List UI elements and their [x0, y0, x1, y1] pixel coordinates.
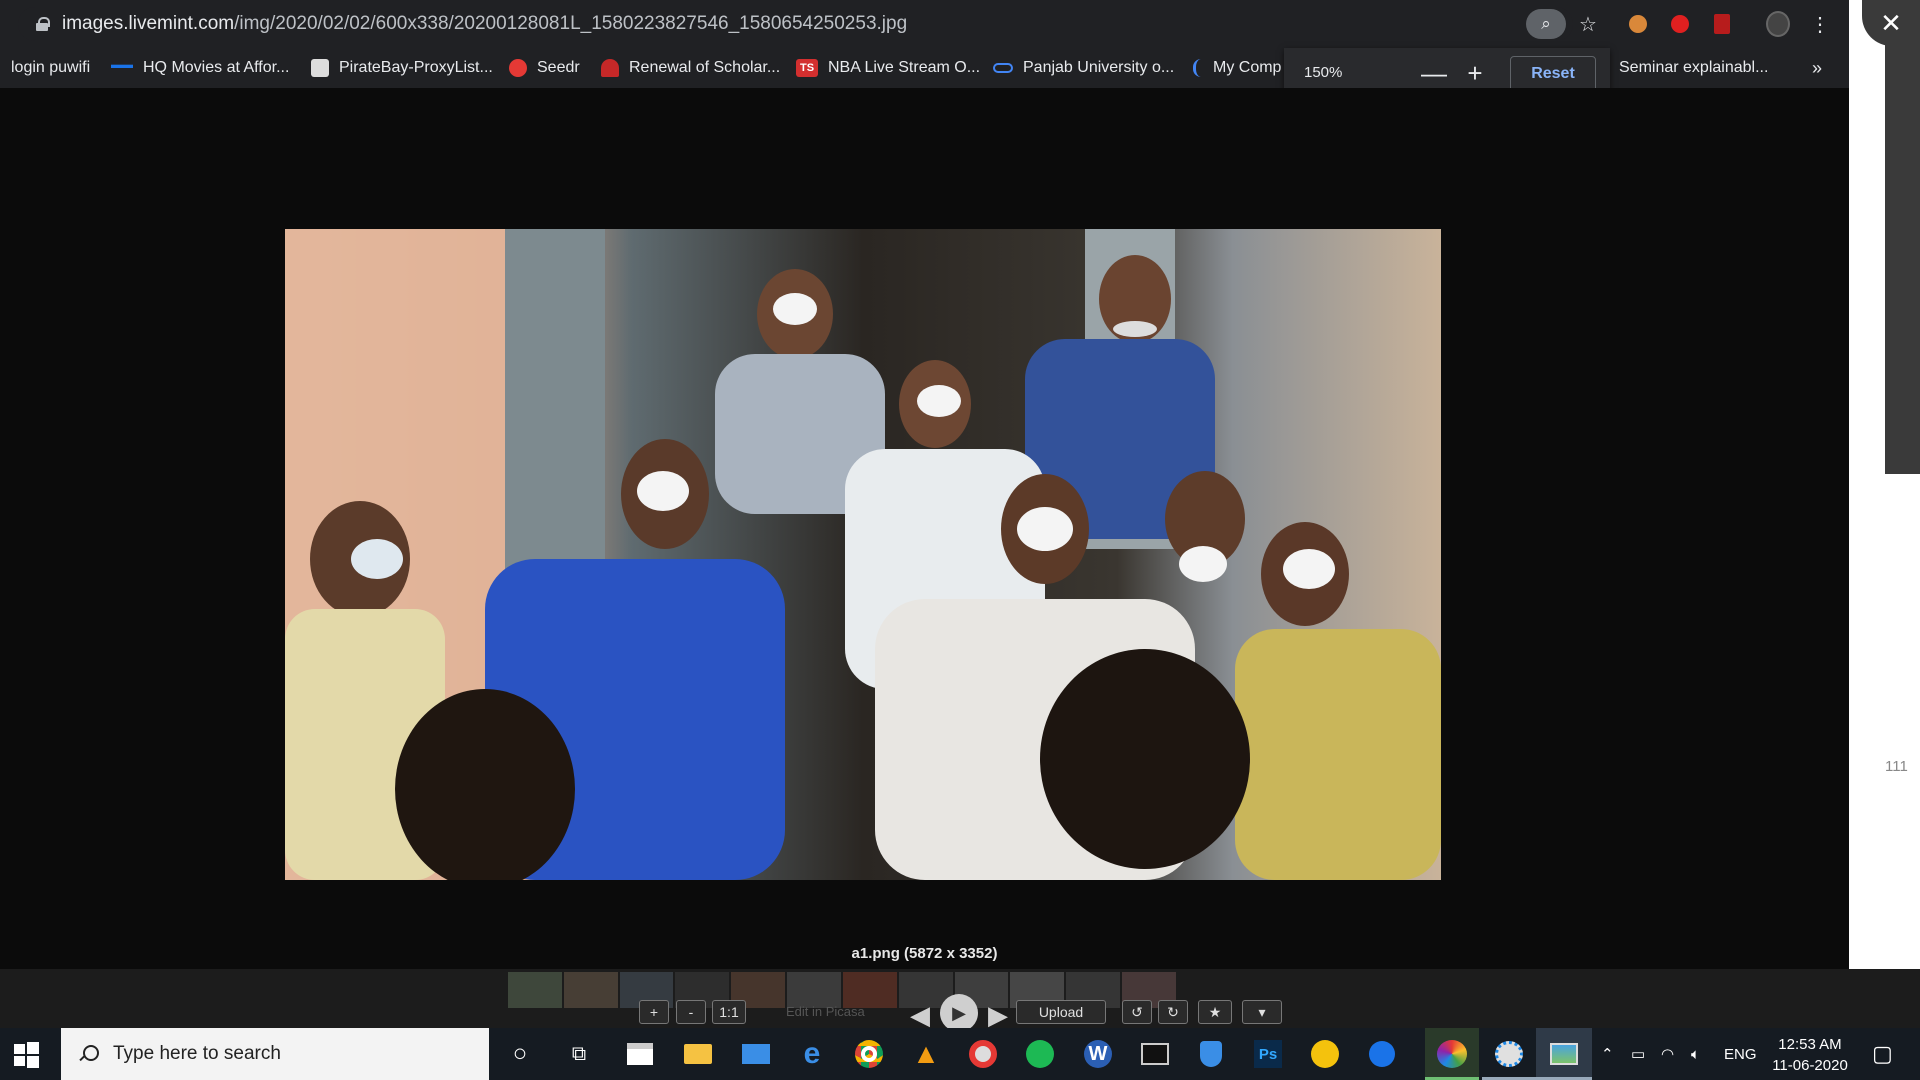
image-viewer: a1.png (5872 x 3352) — [0, 88, 1849, 969]
photo-image — [285, 229, 1441, 880]
ship-icon — [311, 59, 329, 77]
windows-start-icon[interactable] — [12, 1040, 40, 1068]
photoshop-icon[interactable]: Ps — [1252, 1038, 1284, 1070]
bookmark-my-comp[interactable]: My Comp — [1193, 48, 1281, 88]
bookmark-label: My Comp — [1213, 59, 1282, 76]
bookmark-label: Seedr — [537, 59, 580, 76]
previous-image-icon[interactable]: ◀ — [910, 1000, 930, 1031]
viewer-filmstrip: + - 1:1 Edit in Picasa ◀ ▶ ▶ Upload ↺ ↻ … — [0, 969, 1920, 1032]
next-image-icon[interactable]: ▶ — [988, 1000, 1008, 1031]
seedr-icon — [509, 59, 527, 77]
task-view-icon[interactable]: ⧉ — [563, 1038, 595, 1070]
more-options-icon[interactable]: ▾ — [1242, 1000, 1282, 1024]
maps-icon[interactable] — [1366, 1038, 1398, 1070]
search-icon — [79, 1045, 99, 1063]
more-bookmarks-chevron-icon[interactable]: » — [1812, 48, 1822, 88]
omnibox[interactable]: images.livemint.com/img/2020/02/02/600x3… — [18, 7, 1573, 41]
spotify-icon[interactable] — [1024, 1038, 1056, 1070]
slideshow-play-icon[interactable]: ▶ — [940, 994, 978, 1032]
background-window-strip: 111 — [1849, 0, 1920, 969]
bookmark-panjab-university[interactable]: Panjab University o... — [993, 48, 1174, 88]
bookmark-hq-movies[interactable]: ▬▬ HQ Movies at Affor... — [111, 48, 289, 88]
url-text[interactable]: images.livemint.com/img/2020/02/02/600x3… — [62, 13, 907, 35]
rotate-right-icon[interactable]: ↻ — [1158, 1000, 1188, 1024]
viewer-zoom-out-button[interactable]: - — [676, 1000, 706, 1024]
cookie-extension-icon[interactable] — [1626, 12, 1650, 36]
bookmark-label: Seminar explainabl... — [1619, 59, 1769, 76]
clock-time: 12:53 AM — [1778, 1036, 1842, 1053]
bookmark-seedr[interactable]: Seedr — [509, 48, 580, 88]
link-icon — [993, 63, 1013, 73]
photo[interactable] — [285, 229, 1441, 880]
edit-in-picasa-button[interactable]: Edit in Picasa — [786, 1004, 865, 1019]
file-explorer-icon[interactable] — [682, 1038, 714, 1070]
store-icon[interactable] — [624, 1038, 656, 1070]
emblem-icon — [601, 59, 619, 77]
viewer-zoom-in-button[interactable]: + — [639, 1000, 669, 1024]
ts-icon: TS — [796, 59, 818, 77]
adblock-extension-icon[interactable] — [1668, 12, 1692, 36]
bookmark-renewal-scholarship[interactable]: Renewal of Scholar... — [601, 48, 780, 88]
emoji-icon[interactable] — [1309, 1038, 1341, 1070]
battery-icon[interactable]: ▭ — [1631, 1028, 1645, 1080]
search-placeholder: Type here to search — [113, 1043, 281, 1064]
bookmark-piratebay[interactable]: PirateBay-ProxyList... — [311, 48, 493, 88]
windows-taskbar: Type here to search ○ ⧉ e ▲ W Ps ⌃ ▭ ◠ 🔈… — [0, 1028, 1920, 1080]
viewer-controls: + - 1:1 Edit in Picasa ◀ ▶ ▶ Upload ↺ ↻ … — [0, 994, 1920, 1032]
pdf-extension-icon[interactable] — [1710, 12, 1734, 36]
url-domain: images.livemint.com — [62, 13, 235, 34]
zoom-level-text: 150% — [1304, 64, 1343, 81]
notification-center-icon[interactable]: ▢ — [1872, 1028, 1893, 1080]
word-icon[interactable]: W — [1082, 1038, 1114, 1070]
image-caption: a1.png (5872 x 3352) — [851, 945, 998, 962]
zoom-magnifier-icon[interactable]: ⌕ — [1526, 9, 1566, 39]
mail-icon[interactable] — [740, 1038, 772, 1070]
rotate-left-icon[interactable]: ↺ — [1122, 1000, 1152, 1024]
zoom-reset-button[interactable]: Reset — [1510, 56, 1596, 92]
browser-menu-icon[interactable]: ⋮ — [1808, 12, 1832, 36]
profile-avatar-icon[interactable] — [1766, 11, 1790, 37]
defender-icon[interactable] — [1195, 1038, 1227, 1070]
tray-overflow-icon[interactable]: ⌃ — [1601, 1028, 1614, 1080]
viewer-actual-size-button[interactable]: 1:1 — [712, 1000, 746, 1024]
bookmark-nba-live[interactable]: TS NBA Live Stream O... — [796, 48, 980, 88]
background-window-dark-panel — [1885, 0, 1920, 474]
star-icon[interactable]: ★ — [1198, 1000, 1232, 1024]
lock-icon[interactable] — [36, 17, 50, 31]
bookmark-label: NBA Live Stream O... — [828, 59, 981, 76]
photos-viewer-icon[interactable] — [1548, 1038, 1580, 1070]
bookmark-label: HQ Movies at Affor... — [143, 59, 290, 76]
background-window-text: 111 — [1885, 758, 1908, 775]
bracket-icon — [1193, 59, 1203, 77]
address-bar-row: images.livemint.com/img/2020/02/02/600x3… — [0, 0, 1849, 48]
bookmark-seminar[interactable]: Seminar explainabl... — [1619, 48, 1768, 88]
cortana-icon[interactable]: ○ — [504, 1038, 536, 1070]
upload-button[interactable]: Upload — [1016, 1000, 1106, 1024]
url-path: /img/2020/02/02/600x338/20200128081L_158… — [234, 13, 908, 34]
screen: images.livemint.com/img/2020/02/02/600x3… — [0, 0, 1920, 1080]
bookmark-label: Panjab University o... — [1023, 59, 1175, 76]
movie-icon: ▬▬ — [111, 59, 133, 71]
bookmark-label: Renewal of Scholar... — [629, 59, 781, 76]
vlc-icon[interactable]: ▲ — [910, 1038, 942, 1070]
volume-icon[interactable]: 🔈︎ — [1691, 1028, 1700, 1080]
taskbar-clock[interactable]: 12:53 AM 11-06-2020 — [1765, 1034, 1855, 1076]
bookmark-label: PirateBay-ProxyList... — [339, 59, 493, 76]
taskbar-search-box[interactable]: Type here to search — [61, 1028, 489, 1080]
terminal-icon[interactable] — [1139, 1038, 1171, 1070]
bookmark-star-icon[interactable]: ☆ — [1576, 12, 1600, 36]
bookmark-label: login puwifi — [11, 59, 91, 76]
paint-icon[interactable] — [1493, 1038, 1525, 1070]
bookmark-login-puwifi[interactable]: login puwifi — [11, 48, 90, 88]
wifi-icon[interactable]: ◠ — [1661, 1028, 1674, 1080]
groove-icon[interactable] — [967, 1038, 999, 1070]
language-indicator[interactable]: ENG — [1724, 1028, 1757, 1080]
chrome-icon[interactable] — [853, 1038, 885, 1070]
clock-date: 11-06-2020 — [1772, 1057, 1848, 1074]
picasa-icon[interactable] — [1436, 1038, 1468, 1070]
edge-icon[interactable]: e — [796, 1037, 828, 1070]
zoom-out-button[interactable]: — — [1420, 60, 1448, 88]
zoom-in-button[interactable]: + — [1461, 60, 1489, 88]
